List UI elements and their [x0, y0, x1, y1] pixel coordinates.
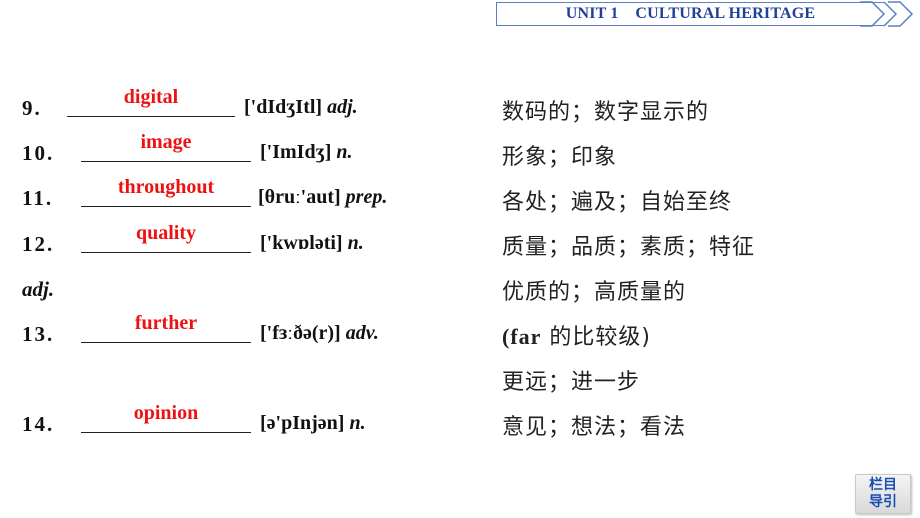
phonetic: [ə'pInjən] [260, 412, 345, 434]
item-number: 12. [22, 232, 55, 256]
meaning: 数码的；数字显示的 [502, 100, 710, 125]
meaning: 形象；印象 [502, 145, 618, 170]
meaning: (far 的比较级) [502, 319, 651, 351]
nav-label-line1: 栏目 [869, 477, 897, 493]
meaning-prefix: (far [502, 324, 542, 349]
phonetic: ['kwɒləti] [260, 232, 343, 254]
answer-blank[interactable]: further [81, 312, 251, 343]
unit-banner: UNIT 1 CULTURAL HERITAGE [496, 2, 884, 26]
answer-word: throughout [117, 176, 215, 198]
part-of-speech: n. [349, 412, 366, 434]
section-nav-button[interactable]: 栏目 导引 [855, 474, 911, 514]
part-of-speech: n. [336, 141, 353, 163]
item-number: 9. [22, 96, 42, 120]
answer-blank[interactable]: opinion [81, 402, 251, 433]
answer-blank[interactable]: throughout [81, 176, 251, 207]
phonetic: ['fɜːðə(r)] [260, 322, 341, 344]
part-of-speech: n. [347, 232, 364, 254]
meaning: 各处；遍及；自始至终 [502, 190, 733, 215]
answer-word: opinion [133, 402, 199, 424]
answer-word: digital [123, 86, 179, 108]
part-of-speech: adv. [345, 322, 379, 344]
answer-blank[interactable]: image [81, 131, 251, 162]
phonetic: [θruː'aut] [258, 186, 341, 208]
double-chevron-icon [860, 1, 914, 27]
nav-label-line2: 导引 [869, 494, 897, 510]
meaning-text: 的比较级) [541, 325, 651, 350]
answer-blank[interactable]: digital [67, 86, 235, 117]
meaning: 质量；品质；素质；特征 [502, 235, 756, 260]
phonetic: ['dIdʒItl] [244, 96, 323, 118]
meaning-continued: 更远；进一步 [502, 370, 641, 395]
item-number: 14. [22, 412, 55, 436]
item-number: 10. [22, 141, 55, 165]
answer-word: image [140, 131, 192, 153]
meaning: 意见；想法；看法 [502, 415, 687, 440]
answer-blank[interactable]: quality [81, 222, 251, 253]
meaning: 优质的；高质量的 [502, 280, 687, 305]
answer-word: quality [135, 222, 197, 244]
answer-word: further [134, 312, 198, 334]
part-of-speech: prep. [345, 186, 388, 208]
unit-title: UNIT 1 CULTURAL HERITAGE [565, 5, 816, 22]
part-of-speech: adj. [22, 277, 55, 301]
item-number: 13. [22, 322, 55, 346]
phonetic: ['ImIdʒ] [260, 141, 332, 163]
part-of-speech: adj. [327, 96, 358, 118]
item-number: 11. [22, 186, 54, 210]
